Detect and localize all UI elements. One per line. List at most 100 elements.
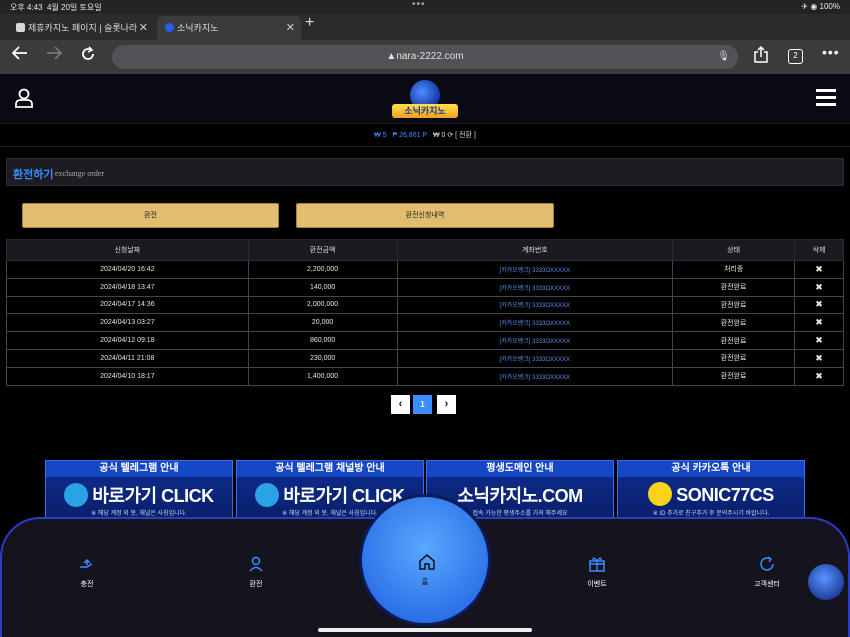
banner-note: ※ ID 추가로 친구추가 후 문의주시기 바랍니다.: [652, 511, 770, 517]
balance-bar: ₩ 5 ₱ 26,861 P ₩ 0 ⟳ [ 전환 ]: [0, 125, 850, 147]
more-options-icon[interactable]: •••: [822, 44, 840, 60]
table-row: 2024/04/12 09:18 860,000 [카카오뱅크] 3333OXX…: [6, 331, 844, 350]
status-text: 환전완료: [672, 295, 796, 315]
forward-arrow-icon[interactable]: [46, 46, 63, 65]
delete-icon[interactable]: ✖: [794, 295, 844, 315]
hamburger-menu-icon[interactable]: [816, 89, 836, 111]
banner-heading: 공식 텔레그램 채널방 안내: [237, 461, 423, 477]
nav-withdraw[interactable]: 환전: [226, 555, 286, 589]
nav-support[interactable]: 고객센터: [737, 555, 797, 589]
share-icon[interactable]: [754, 45, 768, 68]
section-header: 환전하기 exchange order: [6, 158, 844, 186]
column-header: 상태: [672, 239, 796, 261]
request-date: 2024/04/12 09:18: [6, 331, 249, 350]
telegram-banner[interactable]: 공식 텔레그램 안내 바로가기 CLICK ※ 해당 계정 외 봇, 채널은 사…: [45, 460, 233, 522]
prev-page-button[interactable]: ‹: [391, 395, 410, 414]
nav-label: 환전: [249, 581, 263, 588]
url-text: nara-2222.com: [396, 51, 464, 62]
new-tab-icon[interactable]: +: [305, 14, 314, 32]
telegram-icon: [64, 483, 89, 507]
exchange-amount: 1,400,000: [247, 366, 398, 386]
exchange-button[interactable]: 환전: [22, 203, 279, 228]
exchange-amount: 2,200,000: [247, 260, 398, 279]
tab-overview-button[interactable]: 2: [788, 49, 803, 64]
browser-tab-sonic[interactable]: 소닉카지노 ✕: [157, 16, 301, 40]
status-text: 환전완료: [672, 366, 796, 386]
nav-label: 이벤트: [587, 581, 607, 588]
refresh-icon[interactable]: ⟳: [447, 132, 453, 139]
site-logo[interactable]: 소닉카지노: [392, 80, 458, 122]
request-date: 2024/04/17 14:36: [6, 295, 249, 315]
sonic-mascot-icon[interactable]: [808, 564, 844, 600]
banner-heading: 공식 카카오톡 안내: [618, 461, 804, 477]
request-date: 2024/04/11 21:08: [6, 348, 249, 368]
exchange-amount: 230,000: [247, 348, 398, 368]
convert-link[interactable]: [ 전환 ]: [455, 132, 476, 139]
page-subtitle: exchange order: [55, 169, 105, 178]
nav-event[interactable]: 이벤트: [567, 555, 627, 589]
kakaotalk-icon: [648, 482, 673, 506]
exchange-amount: 860,000: [247, 331, 398, 350]
page-1-button[interactable]: 1: [413, 395, 432, 414]
user-icon[interactable]: [14, 88, 34, 113]
request-date: 2024/04/10 18:17: [6, 366, 249, 386]
banner-heading: 평생도메인 안내: [427, 461, 613, 477]
account-number: [카카오뱅크] 3333OXXXXX: [396, 366, 674, 386]
lock-icon: ▲: [386, 51, 397, 62]
delete-icon[interactable]: ✖: [794, 366, 844, 386]
table-header-row: 신청날짜 환전금액 계좌번호 상태 삭제: [6, 239, 844, 261]
address-bar[interactable]: ▲nara-2222.com 🎙: [112, 45, 738, 69]
back-arrow-icon[interactable]: [11, 46, 28, 65]
banner-note: ※ 해당 계정 외 봇, 채널은 사칭입니다.: [91, 511, 187, 517]
status-dots: •••: [412, 0, 426, 10]
table-row: 2024/04/13 03:27 20,000 [카카오뱅크] 3333OXXX…: [6, 313, 844, 333]
status-text: 처리중: [672, 260, 796, 279]
site-header: 소닉카지노: [0, 74, 850, 124]
banner-main: SONIC77CS: [618, 482, 804, 506]
page-title: 환전하기: [13, 169, 54, 181]
status-indicators: ✈ ◉ 100%: [801, 2, 840, 11]
column-header: 삭제: [794, 239, 844, 261]
gift-icon: [589, 557, 605, 572]
point-balance: ₱ 26,861 P: [392, 132, 428, 139]
column-header: 계좌번호: [396, 239, 674, 261]
close-tab-icon[interactable]: ✕: [286, 16, 295, 40]
delete-icon[interactable]: ✖: [794, 348, 844, 368]
table-row: 2024/04/20 16:42 2,200,000 [카카오뱅크] 3333O…: [6, 260, 844, 279]
exchange-history-button[interactable]: 환전신청내역: [296, 203, 554, 228]
browser-toolbar: ▲nara-2222.com 🎙 2 •••: [0, 40, 850, 74]
status-text: 환전완료: [672, 331, 796, 350]
delete-icon[interactable]: ✖: [794, 313, 844, 333]
account-number: [카카오뱅크] 3333OXXXXX: [396, 260, 674, 279]
delete-icon[interactable]: ✖: [794, 260, 844, 279]
deposit-icon: [80, 558, 93, 568]
browser-tab-slotnara[interactable]: 제휴카지노 페이지 | 슬롯나라 ✕: [8, 16, 154, 40]
tab-label: 소닉카지노: [177, 23, 219, 33]
delete-icon[interactable]: ✖: [794, 331, 844, 350]
microphone-icon[interactable]: 🎙: [717, 45, 730, 69]
reload-icon[interactable]: [80, 46, 96, 67]
home-icon: [419, 554, 435, 570]
nav-label: 홈: [421, 579, 429, 586]
account-number: [카카오뱅크] 3333OXXXXX: [396, 348, 674, 368]
close-tab-icon[interactable]: ✕: [139, 16, 148, 40]
exchange-amount: 20,000: [247, 313, 398, 333]
status-text: 환전완료: [672, 348, 796, 368]
exchange-amount: 140,000: [247, 277, 398, 297]
nav-deposit[interactable]: 충전: [57, 555, 117, 589]
home-indicator: [318, 628, 532, 632]
table-row: 2024/04/10 18:17 1,400,000 [카카오뱅크] 3333O…: [6, 366, 844, 386]
exchange-table: 신청날짜 환전금액 계좌번호 상태 삭제 2024/04/20 16:42 2,…: [6, 239, 844, 386]
sonic-favicon-icon: [165, 23, 174, 32]
withdraw-icon: [249, 556, 263, 572]
cash-balance: ₩ 5: [374, 132, 387, 139]
table-row: 2024/04/18 13:47 140,000 [카카오뱅크] 3333OXX…: [6, 277, 844, 297]
delete-icon[interactable]: ✖: [794, 277, 844, 297]
account-number: [카카오뱅크] 3333OXXXXX: [396, 313, 674, 333]
next-page-button[interactable]: ›: [437, 395, 456, 414]
logo-text: 소닉카지노: [392, 104, 458, 118]
support-icon: [760, 556, 774, 571]
kakaotalk-banner[interactable]: 공식 카카오톡 안내 SONIC77CS ※ ID 추가로 친구추가 후 문의주…: [617, 460, 805, 522]
home-button[interactable]: 홈: [359, 494, 491, 626]
request-date: 2024/04/18 13:47: [6, 277, 249, 297]
